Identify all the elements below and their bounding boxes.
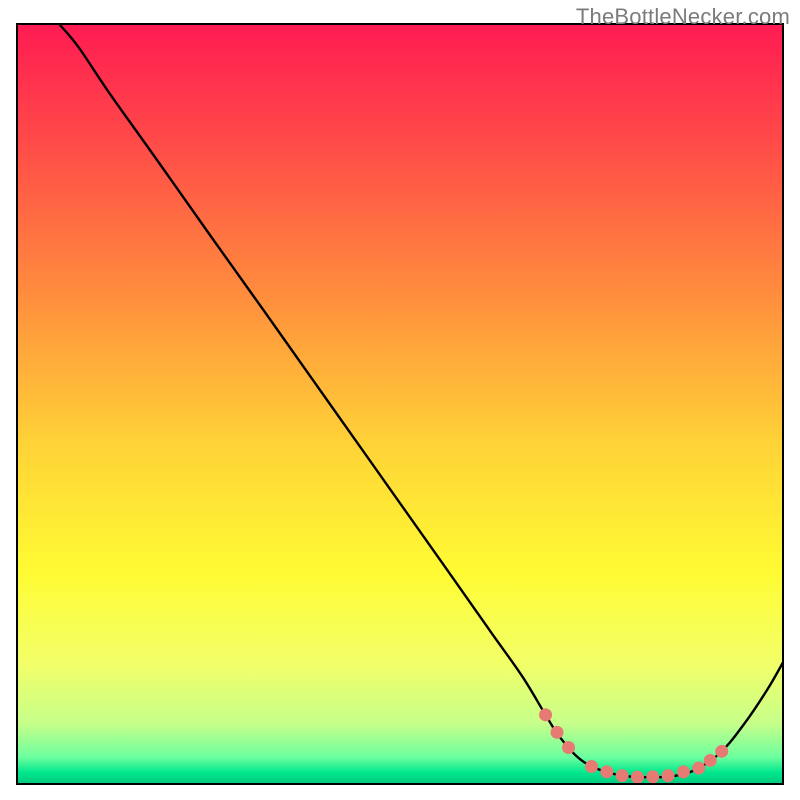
- watermark-text: TheBottleNecker.com: [576, 4, 790, 30]
- marker-point: [562, 741, 575, 754]
- marker-point: [646, 770, 659, 783]
- chart-container: TheBottleNecker.com: [0, 0, 800, 800]
- marker-point: [704, 754, 717, 767]
- marker-point: [600, 765, 613, 778]
- marker-point: [631, 771, 644, 784]
- marker-point: [551, 726, 564, 739]
- marker-point: [585, 760, 598, 773]
- heatmap-background: [17, 24, 783, 784]
- marker-point: [616, 769, 629, 782]
- marker-point: [715, 745, 728, 758]
- marker-point: [539, 708, 552, 721]
- marker-point: [692, 762, 705, 775]
- bottleneck-chart: [0, 0, 800, 800]
- marker-point: [662, 769, 675, 782]
- marker-point: [677, 765, 690, 778]
